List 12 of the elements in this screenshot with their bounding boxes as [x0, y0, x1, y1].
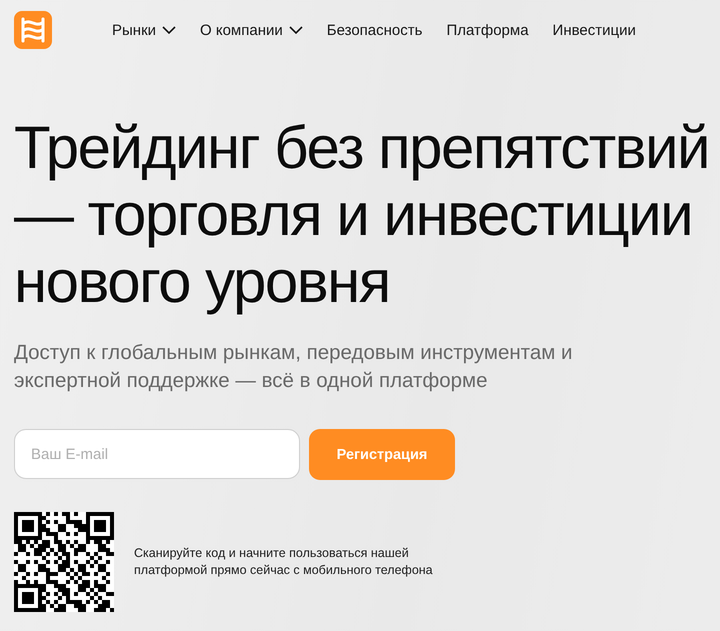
- nav-link[interactable]: Инвестиции: [552, 22, 636, 38]
- nav-link[interactable]: Безопасность: [326, 22, 422, 38]
- logo-icon[interactable]: [14, 11, 52, 49]
- nav-link[interactable]: Рынки: [112, 22, 176, 38]
- chevron-down-icon: [288, 26, 303, 34]
- qr-caption: Сканируйте код и начните пользоваться нашей платформой прямо сейчас с мобильного телефона: [134, 545, 434, 579]
- chevron-down-icon: [162, 26, 176, 34]
- email-field[interactable]: Ваш E-mail: [14, 429, 300, 479]
- hero-subtitle: Доступ к глобальным рынкам, передовым инструментам и экспертной поддержке — всё в одной платформе: [14, 340, 574, 394]
- nav-link[interactable]: О компании: [200, 22, 303, 38]
- nav-link[interactable]: Платформа: [446, 22, 529, 38]
- hero-title: Трейдинг без препятствий — торговля и инвестиции нового уровня: [14, 114, 710, 315]
